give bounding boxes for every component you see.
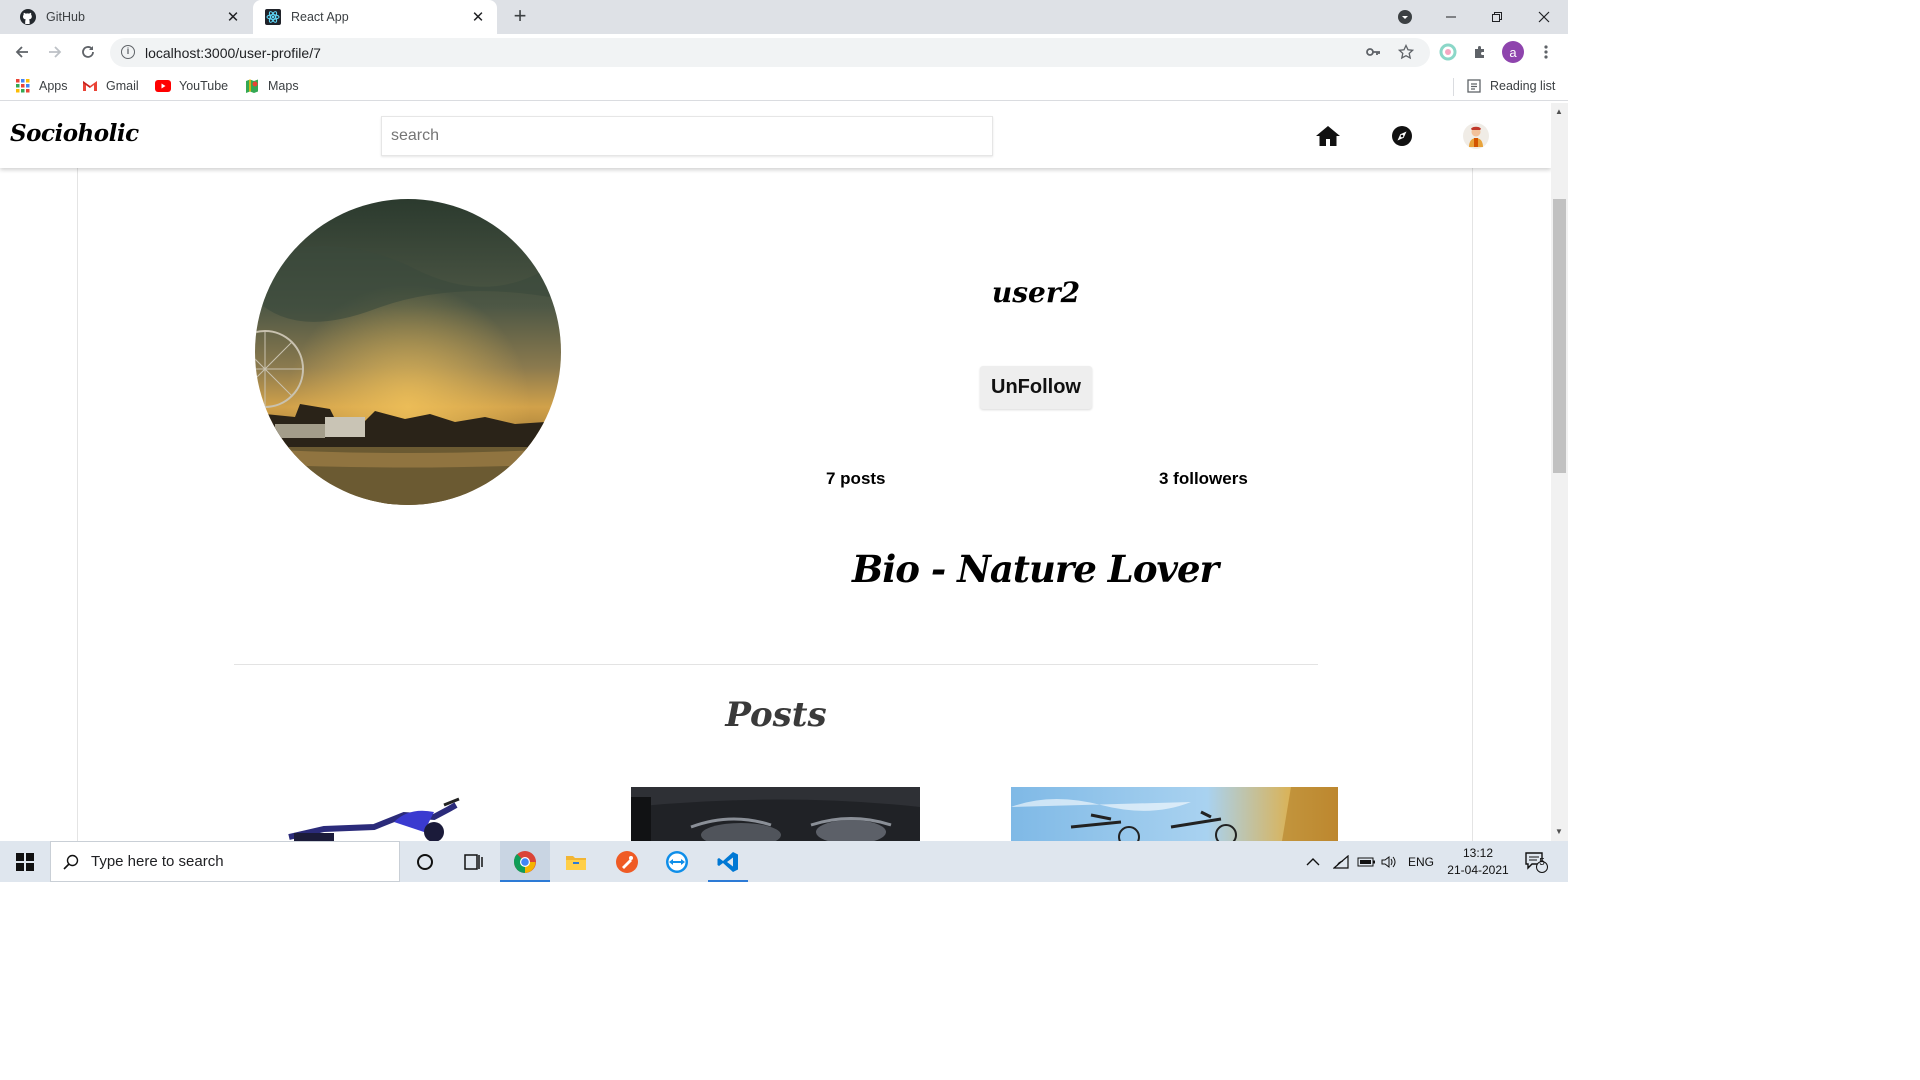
gmail-icon [82,78,98,94]
chrome-menu-icon[interactable] [1536,42,1556,62]
post-thumbnail[interactable] [1011,787,1338,841]
browser-tab-strip: GitHub ✕ React App ✕ + [0,0,1568,34]
battery-icon[interactable] [1357,841,1377,882]
new-tab-button[interactable]: + [508,5,532,29]
section-divider [234,664,1318,665]
postman-icon[interactable] [602,841,652,882]
bookmark-star-icon[interactable] [1397,43,1415,65]
forward-icon[interactable] [41,38,69,66]
taskbar-clock[interactable]: 13:12 21-04-2021 [1440,845,1516,879]
apps-grid-icon [15,78,31,94]
followers-count: 3 followers [1159,469,1248,488]
clock-date: 21-04-2021 [1447,863,1509,877]
scrollbar-thumb[interactable] [1553,199,1566,473]
unfollow-button[interactable]: UnFollow [980,366,1092,409]
post-thumbnail[interactable] [631,787,920,841]
close-tab-icon[interactable]: ✕ [469,8,487,26]
maps-icon [244,78,260,94]
home-icon[interactable] [1315,123,1341,149]
running-indicator [708,880,748,882]
tab-title: GitHub [46,10,85,24]
notifications-icon[interactable]: 5 [1524,841,1548,882]
bookmarks-bar: Apps Gmail YouTube Maps Reading list [0,71,1568,101]
password-key-icon[interactable] [1365,44,1381,65]
app-navbar: Socioholic [0,103,1551,168]
profile-username: user2 [991,276,1081,309]
reading-list-button[interactable]: Reading list [1466,77,1555,95]
tab-github[interactable]: GitHub ✕ [0,0,252,34]
address-bar[interactable]: i localhost:3000/user-profile/7 [110,38,1430,67]
extensions-puzzle-icon[interactable] [1470,42,1490,62]
react-icon [265,9,281,25]
volume-icon[interactable] [1381,841,1397,882]
tab-title: React App [291,10,349,24]
back-icon[interactable] [8,38,36,66]
reading-list-label: Reading list [1490,79,1556,93]
bookmark-label: Gmail [106,79,139,93]
clock-time: 13:12 [1462,846,1494,860]
site-info-icon[interactable]: i [121,45,135,59]
close-tab-icon[interactable]: ✕ [224,8,242,26]
bookmark-gmail[interactable]: Gmail [82,77,139,95]
bookmark-apps[interactable]: Apps [15,77,68,95]
taskbar-search-placeholder: Type here to search [91,853,224,870]
github-icon [20,9,36,25]
url-text: localhost:3000/user-profile/7 [145,45,321,61]
extension-circle-icon[interactable] [1438,42,1458,62]
tab-react-app[interactable]: React App ✕ [253,0,497,34]
page-scrollbar[interactable]: ▲ ▼ [1551,103,1568,841]
search-icon [63,854,79,870]
browser-toolbar: i localhost:3000/user-profile/7 a [0,34,1568,71]
youtube-icon [155,78,171,94]
reload-icon[interactable] [74,38,102,66]
bookmark-youtube[interactable]: YouTube [155,77,228,95]
post-thumbnail[interactable] [234,787,514,841]
taskbar-search-box[interactable]: Type here to search [50,841,400,882]
teamviewer-icon[interactable] [652,841,702,882]
scroll-up-icon[interactable]: ▲ [1555,107,1563,116]
web-page: Socioholic search user2 UnFollow 7 posts… [0,103,1551,841]
bookmark-label: Apps [39,79,68,93]
show-hidden-icons[interactable] [1306,841,1320,882]
profile-avatar[interactable] [1463,123,1489,149]
brand-logo[interactable]: Socioholic [10,120,139,147]
windows-start-icon[interactable] [0,841,50,882]
profile-picture [255,199,561,505]
explore-compass-icon[interactable] [1389,123,1415,149]
tab-search-icon[interactable] [1382,0,1428,34]
posts-count: 7 posts [826,469,886,488]
bookmark-label: YouTube [179,79,229,93]
file-explorer-icon[interactable] [551,841,601,882]
search-input[interactable] [381,116,993,156]
close-window-icon[interactable] [1521,0,1567,34]
profile-bio: Bio - Nature Lover [851,547,1219,591]
language-indicator[interactable]: ENG [1408,841,1434,882]
reading-list-icon [1466,78,1482,94]
chrome-taskbar-icon[interactable] [500,841,550,882]
bookmark-maps[interactable]: Maps [244,77,299,95]
notification-count: 5 [1539,857,1545,868]
restore-icon[interactable] [1474,0,1520,34]
vscode-icon[interactable] [703,841,753,882]
posts-heading: Posts [725,695,827,735]
windows-taskbar: Type here to search ENG 13:12 21-04-2021… [0,841,1568,882]
network-icon[interactable] [1333,841,1351,882]
bookmark-label: Maps [268,79,299,93]
minimize-icon[interactable] [1428,0,1474,34]
cortana-icon[interactable] [400,841,450,882]
profile-avatar-icon[interactable]: a [1502,41,1524,63]
bookmarks-divider [1453,78,1454,96]
scroll-down-icon[interactable]: ▼ [1555,827,1563,836]
running-indicator [500,880,550,882]
task-view-icon[interactable] [449,841,499,882]
